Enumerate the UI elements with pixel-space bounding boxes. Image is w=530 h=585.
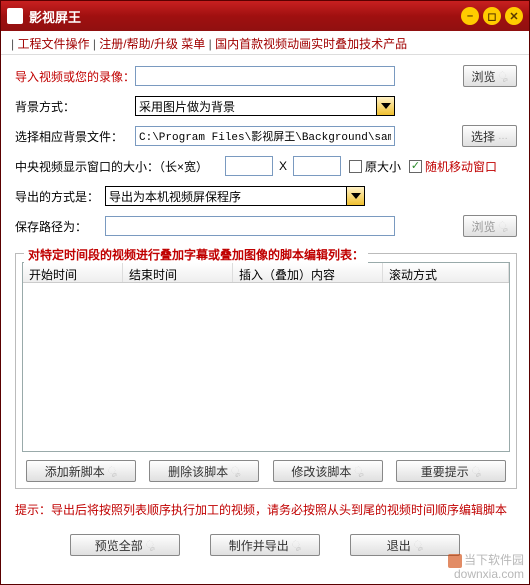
menu-register-help[interactable]: 注册/帮助/升级 菜单: [99, 37, 205, 51]
bottom-button-row: 预览全部ೄ 制作并导出ೄ 退出ೄ: [1, 534, 529, 556]
listview-header: 开始时间 结束时间 插入（叠加）内容 滚动方式: [23, 263, 509, 283]
save-path-input[interactable]: [105, 216, 395, 236]
important-tip-button[interactable]: 重要提示ೄ: [396, 460, 506, 482]
edit-script-button[interactable]: 修改该脚本ೄ: [273, 460, 383, 482]
import-video-label: 导入视频或您的录像：: [15, 68, 135, 85]
export-hint: 提示：导出后将按照列表顺序执行加工的视频，请务必按照从头到尾的视频时间顺序编辑脚…: [15, 501, 515, 518]
chevron-down-icon: [346, 187, 364, 205]
size-x-label: X: [279, 159, 287, 173]
minimize-button[interactable]: –: [461, 7, 479, 25]
script-listview[interactable]: 开始时间 结束时间 插入（叠加）内容 滚动方式: [22, 262, 510, 452]
add-script-button[interactable]: 添加新脚本ೄ: [26, 460, 136, 482]
col-insert-content[interactable]: 插入（叠加）内容: [233, 263, 383, 282]
form-area: 导入视频或您的录像： 浏览ೄ 背景方式： 采用图片做为背景 选择相应背景文件： …: [1, 55, 529, 249]
random-move-label: 随机移动窗口: [425, 158, 497, 175]
export-mode-select[interactable]: 导出为本机视频屏保程序: [105, 186, 365, 206]
col-scroll-mode[interactable]: 滚动方式: [383, 263, 509, 282]
original-size-label: 原大小: [365, 158, 401, 175]
video-width-input[interactable]: [225, 156, 273, 176]
bg-file-input[interactable]: [135, 126, 395, 146]
bg-mode-select[interactable]: 采用图片做为背景: [135, 96, 395, 116]
bg-file-label: 选择相应背景文件：: [15, 128, 135, 145]
make-export-button[interactable]: 制作并导出ೄ: [210, 534, 320, 556]
delete-script-button[interactable]: 删除该脚本ೄ: [149, 460, 259, 482]
browse-button-import[interactable]: 浏览ೄ: [463, 65, 517, 87]
select-button[interactable]: 选择…: [462, 125, 517, 147]
groupbox-legend: 对特定时间段的视频进行叠加字幕或叠加图像的脚本编辑列表：: [24, 246, 368, 263]
export-mode-label: 导出的方式是：: [15, 188, 105, 205]
maximize-button[interactable]: ◻: [483, 7, 501, 25]
close-button[interactable]: ✕: [505, 7, 523, 25]
bg-mode-label: 背景方式：: [15, 98, 135, 115]
menu-product-banner: 国内首款视频动画实时叠加技术产品: [215, 37, 407, 51]
window-title: 影视屏王: [29, 7, 457, 26]
menubar: | 工程文件操作 | 注册/帮助/升级 菜单 | 国内首款视频动画实时叠加技术产…: [1, 31, 529, 55]
chevron-down-icon: [376, 97, 394, 115]
col-start-time[interactable]: 开始时间: [23, 263, 123, 282]
app-icon: [7, 8, 23, 24]
video-size-label: 中央视频显示窗口的大小：（长×宽）: [15, 158, 225, 175]
video-height-input[interactable]: [293, 156, 341, 176]
script-groupbox: 对特定时间段的视频进行叠加字幕或叠加图像的脚本编辑列表： 开始时间 结束时间 插…: [15, 253, 517, 489]
save-path-label: 保存路径为：: [15, 218, 105, 235]
import-video-input[interactable]: [135, 66, 395, 86]
app-window: 影视屏王 – ◻ ✕ | 工程文件操作 | 注册/帮助/升级 菜单 | 国内首款…: [0, 0, 530, 585]
original-size-checkbox[interactable]: [349, 160, 362, 173]
titlebar: 影视屏王 – ◻ ✕: [1, 1, 529, 31]
exit-button[interactable]: 退出ೄ: [350, 534, 460, 556]
browse-button-save[interactable]: 浏览ೄ: [463, 215, 517, 237]
random-move-checkbox[interactable]: [409, 160, 422, 173]
script-button-row: 添加新脚本ೄ 删除该脚本ೄ 修改该脚本ೄ 重要提示ೄ: [22, 460, 510, 482]
menu-project[interactable]: 工程文件操作: [17, 37, 89, 51]
preview-all-button[interactable]: 预览全部ೄ: [70, 534, 180, 556]
col-end-time[interactable]: 结束时间: [123, 263, 233, 282]
